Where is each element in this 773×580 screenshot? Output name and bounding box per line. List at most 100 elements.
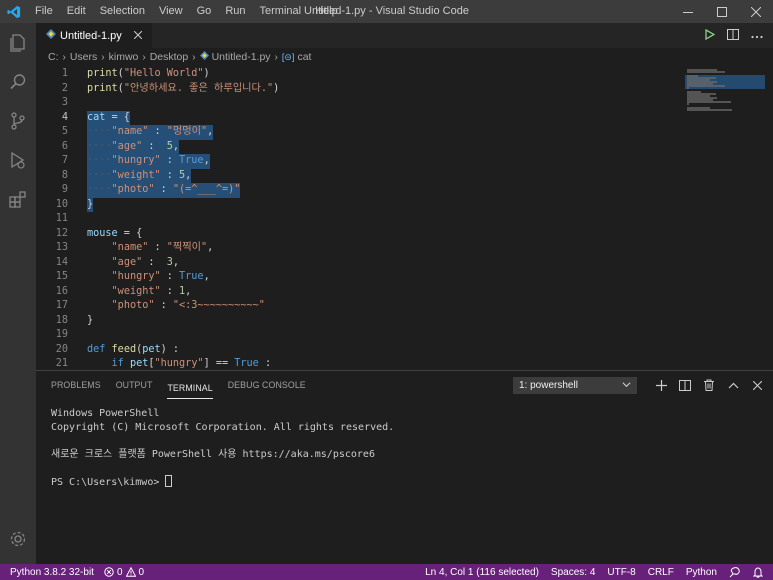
- code-token: def: [87, 343, 106, 355]
- terminal-line: Copyright (C) Microsoft Corporation. All…: [51, 421, 395, 433]
- code-token: :: [160, 169, 180, 181]
- breadcrumb-item[interactable]: kimwo: [109, 51, 139, 63]
- minimap[interactable]: [685, 67, 765, 370]
- python-interpreter[interactable]: Python 3.8.2 32-bit: [10, 567, 94, 578]
- end-of-line[interactable]: CRLF: [648, 567, 674, 578]
- code-line[interactable]: 17 "photo" : "<:3~~~~~~~~~~": [36, 299, 686, 314]
- problems-indicator[interactable]: 0 0: [104, 567, 144, 578]
- split-terminal-button[interactable]: [677, 377, 693, 393]
- code-token: ,: [203, 271, 210, 282]
- menu-terminal[interactable]: Terminal: [253, 0, 309, 23]
- activity-extensions[interactable]: [0, 179, 36, 218]
- code-token: pet: [142, 343, 161, 355]
- code-token: :: [160, 271, 180, 282]
- code-token: if: [111, 358, 124, 369]
- code-token: :: [148, 126, 167, 137]
- breadcrumb-item[interactable]: cat: [297, 51, 311, 63]
- code-token: :: [142, 256, 167, 268]
- code-token: True: [179, 271, 204, 282]
- activity-source-control[interactable]: [0, 101, 36, 140]
- tab-untitled-1[interactable]: Untitled-1.py: [36, 23, 153, 48]
- code-line[interactable]: 4 cat = {: [36, 110, 686, 125]
- tab-close-icon[interactable]: [133, 30, 143, 42]
- code-editor[interactable]: 1 print("Hello World") 2 print("안녕하세요. 좋은 하…: [36, 67, 686, 370]
- breadcrumb-item[interactable]: Users: [70, 51, 97, 63]
- code-line-content: "name" : "찍찍이",: [87, 241, 214, 256]
- maximize-panel-button[interactable]: [725, 377, 741, 393]
- code-token: ,: [207, 126, 214, 137]
- activity-run-debug[interactable]: [0, 140, 36, 179]
- breadcrumb-item[interactable]: C:: [48, 51, 59, 63]
- activity-manage[interactable]: [0, 519, 36, 558]
- code-line[interactable]: 10}: [36, 197, 686, 212]
- breadcrumb-item[interactable]: Desktop: [150, 51, 189, 63]
- terminal-output[interactable]: Windows PowerShell Copyright (C) Microso…: [51, 407, 394, 488]
- code-token: :: [154, 184, 173, 195]
- code-line[interactable]: 2 print("안녕하세요. 좋은 하루입니다."): [36, 82, 686, 97]
- code-token: "hungry": [111, 271, 161, 282]
- minimap-line: [687, 101, 731, 103]
- tab-terminal[interactable]: TERMINAL: [167, 377, 213, 399]
- code-line[interactable]: 9 ····"photo" : "(=^___^=)": [36, 183, 686, 198]
- code-line[interactable]: 20 def feed(pet) :: [36, 343, 686, 358]
- code-token: ): [203, 68, 210, 79]
- tab-output[interactable]: OUTPUT: [116, 371, 153, 399]
- code-token: "멍멍이": [166, 126, 208, 137]
- menu-edit[interactable]: Edit: [60, 0, 93, 23]
- menu-go[interactable]: Go: [190, 0, 219, 23]
- new-terminal-button[interactable]: [653, 377, 669, 393]
- code-token: "Hello World": [123, 68, 204, 79]
- code-line[interactable]: 12 mouse = {: [36, 227, 686, 242]
- menu-view[interactable]: View: [152, 0, 190, 23]
- code-line[interactable]: 19: [36, 328, 686, 343]
- run-file-icon[interactable]: [705, 28, 716, 43]
- feedback-icon[interactable]: [729, 566, 741, 578]
- code-line[interactable]: 7 ····"hungry" : True,: [36, 154, 686, 169]
- close-window-button[interactable]: [739, 0, 773, 23]
- indentation[interactable]: Spaces: 4: [551, 567, 595, 578]
- code-line[interactable]: 11: [36, 212, 686, 227]
- code-line[interactable]: 15 "hungry" : True,: [36, 270, 686, 285]
- tab-problems[interactable]: PROBLEMS: [51, 371, 101, 399]
- more-actions-icon[interactable]: [751, 30, 763, 42]
- line-number: 16: [55, 285, 68, 297]
- code-line[interactable]: 8 ····"weight" : 5,: [36, 168, 686, 183]
- code-token: ····: [87, 140, 112, 152]
- menu-selection[interactable]: Selection: [93, 0, 152, 23]
- notifications-icon[interactable]: [753, 566, 763, 578]
- minimize-button[interactable]: [671, 0, 705, 23]
- language-mode[interactable]: Python: [686, 567, 717, 578]
- minimap-line: [687, 109, 732, 111]
- code-line[interactable]: 5 ····"name" : "멍멍이",: [36, 125, 686, 140]
- tab-debug-console[interactable]: DEBUG CONSOLE: [228, 371, 306, 399]
- code-token: "name": [111, 126, 149, 137]
- code-line-content: ····"age" : 5,: [87, 139, 180, 154]
- menu-run[interactable]: Run: [218, 0, 252, 23]
- code-line[interactable]: 14 "age" : 3,: [36, 256, 686, 271]
- code-token: print: [87, 68, 118, 79]
- maximize-button[interactable]: [705, 0, 739, 23]
- code-line[interactable]: 6 ····"age" : 5,: [36, 139, 686, 154]
- cursor-position[interactable]: Ln 4, Col 1 (116 selected): [425, 567, 539, 578]
- kill-terminal-button[interactable]: [701, 377, 717, 393]
- close-panel-button[interactable]: [749, 377, 765, 393]
- terminal-select[interactable]: 1: powershell: [513, 376, 637, 394]
- file-encoding[interactable]: UTF-8: [607, 567, 635, 578]
- code-line[interactable]: 16 "weight" : 1,: [36, 285, 686, 300]
- code-token: cat: [87, 111, 106, 123]
- code-token: "hungry": [154, 358, 204, 369]
- code-line[interactable]: 18}: [36, 314, 686, 329]
- code-line[interactable]: 13 "name" : "찍찍이",: [36, 241, 686, 256]
- code-line[interactable]: 1 print("Hello World"): [36, 67, 686, 82]
- menu-help[interactable]: Help: [308, 0, 345, 23]
- code-line[interactable]: 3: [36, 96, 686, 111]
- split-editor-icon[interactable]: [727, 28, 739, 43]
- code-token: ,: [203, 155, 210, 166]
- title-bar: File Edit Selection View Go Run Terminal…: [0, 0, 773, 23]
- split-icon: [679, 379, 691, 391]
- activity-explorer[interactable]: [0, 23, 36, 62]
- activity-search[interactable]: [0, 62, 36, 101]
- breadcrumb-item[interactable]: Untitled-1.py: [212, 51, 271, 63]
- menu-file[interactable]: File: [28, 0, 60, 23]
